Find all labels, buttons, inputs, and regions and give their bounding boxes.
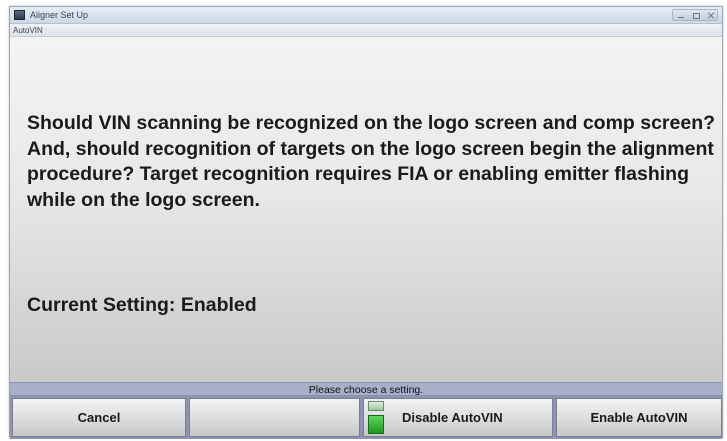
aligner-setup-window: Aligner Set Up AutoVIN Should VIN scanni… [9, 6, 723, 439]
maximize-icon[interactable] [689, 11, 703, 20]
disable-autovin-label: Disable AutoVIN [402, 410, 503, 425]
led-bottom-segment [368, 415, 384, 434]
function-key-bar: Cancel Disable AutoVIN Enable AutoVIN [10, 396, 722, 439]
empty-function-button[interactable] [189, 398, 360, 437]
close-icon[interactable] [704, 11, 718, 20]
window-controls [672, 9, 718, 21]
tab-bar: AutoVIN [10, 24, 722, 37]
title-bar: Aligner Set Up [10, 7, 722, 24]
cancel-button[interactable]: Cancel [12, 398, 186, 437]
minimize-icon[interactable] [674, 11, 688, 20]
current-setting-text: Current Setting: Enabled [27, 294, 257, 316]
app-icon [14, 10, 25, 20]
tab-autovin[interactable]: AutoVIN [13, 26, 43, 35]
enable-autovin-button[interactable]: Enable AutoVIN [556, 398, 722, 437]
window-title: Aligner Set Up [30, 10, 89, 20]
message-panel: Should VIN scanning be recognized on the… [10, 37, 722, 382]
status-text: Please choose a setting. [308, 384, 424, 396]
question-text: Should VIN scanning be recognized on the… [27, 112, 716, 211]
disable-autovin-button[interactable]: Disable AutoVIN [363, 398, 553, 437]
status-bar: Please choose a setting. [10, 382, 722, 396]
led-top-segment [368, 401, 384, 411]
led-indicator-icon [368, 401, 384, 434]
